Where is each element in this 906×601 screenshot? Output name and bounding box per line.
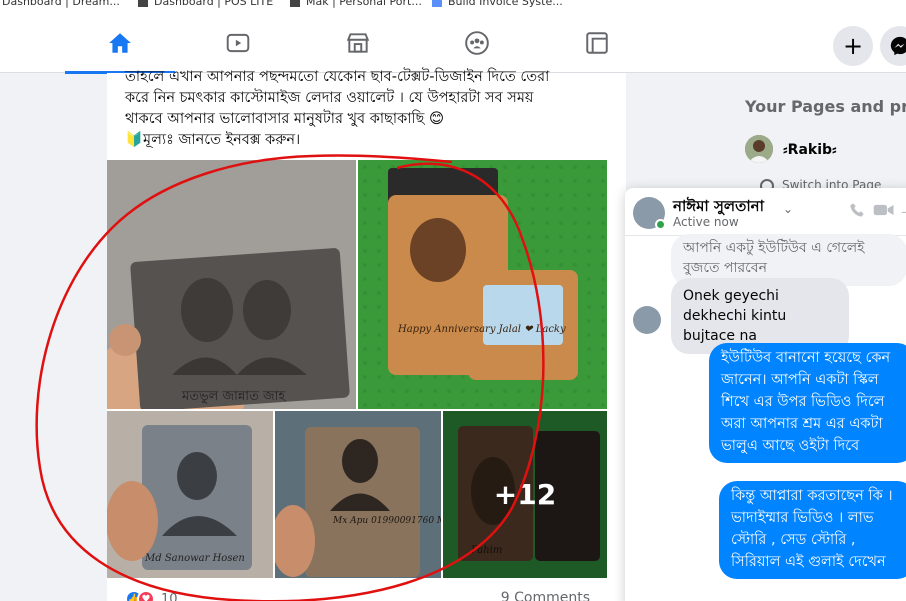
messenger-button[interactable]	[880, 26, 906, 66]
gaming-icon	[586, 31, 608, 54]
reaction-summary[interactable]: 👍 ♥ 10	[125, 590, 178, 601]
post-text-line: তাহলে এখান আপনার পছন্দমতো যেকোন ছাব-টেক্…	[125, 69, 550, 85]
create-button[interactable]: +	[833, 26, 873, 66]
chat-window: নাঈমা সুলতানা Active now ⌄ – আপনি একটু ই…	[625, 188, 906, 601]
chat-header[interactable]: নাঈমা সুলতানা Active now ⌄ –	[625, 188, 906, 236]
bookmark-icon	[138, 0, 148, 7]
post-text: তাহলে এখান আপনার পছন্দমতো যেকোন ছাব-টেক্…	[125, 67, 615, 151]
bookmark-invoice-system[interactable]: Build Invoice Syste...	[432, 0, 563, 8]
page-name: ⸗Rakib⸗	[783, 141, 837, 158]
tab-gaming[interactable]	[542, 12, 652, 73]
tab-home[interactable]	[65, 12, 175, 74]
chevron-down-icon[interactable]: ⌄	[783, 202, 793, 216]
phone-icon[interactable]	[849, 202, 865, 222]
page-item-rakib[interactable]: ⸗Rakib⸗	[745, 135, 837, 163]
top-navigation: +	[0, 12, 906, 74]
bookmark-pos-lite[interactable]: Dashboard | POS LITE	[138, 0, 273, 8]
marketplace-icon	[346, 32, 370, 53]
sender-avatar	[633, 306, 661, 334]
feed-post: তাহলে এখান আপনার পছন্দমতো যেকোন ছাব-টেক্…	[35, 69, 626, 601]
chat-message-outgoing: ইউটিউব বানানো হয়েছে কেন জানেন। আপনি একট…	[709, 343, 906, 463]
tab-groups[interactable]	[422, 12, 532, 73]
chat-status: Active now	[673, 215, 739, 229]
home-icon	[109, 32, 131, 53]
groups-icon	[465, 30, 489, 55]
bookmark-icon	[290, 0, 300, 7]
reaction-count: 10	[161, 591, 178, 601]
bookmark-icon	[432, 0, 442, 7]
video-icon	[226, 33, 250, 52]
photo-grid: মতভুল জান্নাত জাহ Happy Anniversary Jala…	[35, 154, 607, 601]
messenger-icon	[890, 36, 906, 56]
video-call-icon[interactable]	[873, 202, 895, 222]
tab-marketplace[interactable]	[303, 12, 413, 73]
bookmark-dashboard-dream[interactable]: Dashboard | Dream...	[2, 0, 120, 8]
love-reaction-icon: ♥	[137, 590, 155, 601]
plus-icon: +	[842, 32, 864, 60]
post-text-line: করে নিন চমৎকার কাস্টোমাইজ লেদার ওয়ালেট …	[125, 90, 534, 106]
tab-watch[interactable]	[183, 12, 293, 73]
post-text-line: থাকবে আপনার ভালোবাসার মানুষটার খুব কাছাক…	[125, 111, 445, 127]
comment-count[interactable]: 9 Comments	[501, 590, 590, 601]
your-pages-title: Your Pages and profil	[745, 97, 906, 116]
profile-picture	[745, 135, 773, 163]
avatar	[745, 135, 773, 163]
online-status-icon	[655, 219, 666, 230]
chat-message-outgoing: কিন্তু আপ্নারা করতাছেন কি । ভাদাইম্মার ভ…	[719, 481, 906, 579]
bookmarks-bar: Dashboard | Dream... Dashboard | POS LIT…	[0, 0, 906, 12]
bookmark-mak-portfolio[interactable]: Mak | Personal Port...	[290, 0, 422, 8]
red-circle-annotation	[35, 154, 545, 601]
minimize-icon[interactable]: –	[901, 202, 906, 221]
